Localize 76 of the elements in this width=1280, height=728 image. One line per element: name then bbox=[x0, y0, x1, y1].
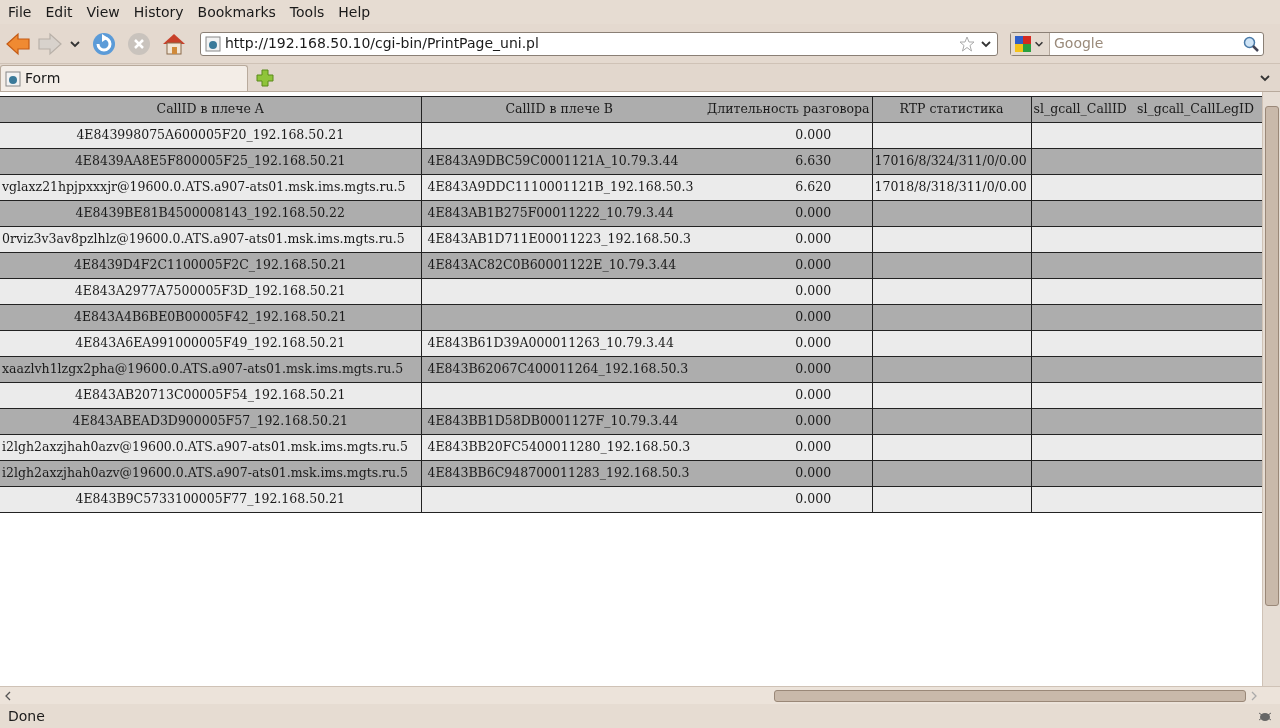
chevron-right-icon[interactable] bbox=[1250, 690, 1258, 701]
column-header: CallID в плече B bbox=[421, 96, 697, 123]
menu-item[interactable]: History bbox=[129, 1, 188, 23]
page-icon bbox=[205, 35, 221, 52]
table-cell: 4E843B61D39A000011263_10.79.3.44 bbox=[421, 330, 697, 357]
page-icon bbox=[5, 70, 21, 87]
engine-icon bbox=[1015, 35, 1031, 52]
table-cell: i2lgh2axzjhah0azv@19600.0.ATS.a907-ats01.msk.ims.mgts.ru.5 bbox=[0, 434, 421, 461]
vertical-scrollbar[interactable] bbox=[1262, 92, 1280, 686]
menu-item[interactable]: Edit bbox=[41, 1, 77, 23]
table-cell: i2lgh2axzjhah0azv@19600.0.ATS.a907-ats01.msk.ims.mgts.ru.5 bbox=[0, 460, 421, 487]
menu-item[interactable]: View bbox=[82, 1, 124, 23]
plus-icon[interactable] bbox=[256, 69, 274, 87]
table-cell: 0.000 bbox=[697, 278, 872, 305]
table-cell: 6.630 bbox=[697, 148, 872, 175]
table-cell: 4E843A6EA991000005F49_192.168.50.21 bbox=[0, 330, 421, 357]
table-cell: 4E843BB20FC5400011280_192.168.50.3 bbox=[421, 434, 697, 461]
table-cell: 4E843ABEAD3D900005F57_192.168.50.21 bbox=[0, 408, 421, 435]
table-cell: 0.000 bbox=[697, 226, 872, 253]
url-text: http://192.168.50.10/cgi-bin/PrintPage_uni.pl bbox=[225, 34, 540, 53]
table-cell: 0.000 bbox=[697, 330, 872, 357]
search-box[interactable]: Google bbox=[1010, 31, 1264, 56]
table-cell: 0.000 bbox=[697, 200, 872, 227]
stop-icon[interactable] bbox=[126, 30, 152, 57]
table-cell: 0.000 bbox=[697, 460, 872, 487]
table-cell: 4E843AC82C0B60001122E_10.79.3.44 bbox=[421, 252, 697, 279]
table-cell: 4E843BB6C948700011283_192.168.50.3 bbox=[421, 460, 697, 487]
browser-tab[interactable]: Form bbox=[0, 65, 248, 91]
table-cell: 0.000 bbox=[697, 486, 872, 513]
address-bar[interactable]: http://192.168.50.10/cgi-bin/PrintPage_uni.pl bbox=[200, 31, 998, 56]
table-cell: 17016/8/324/311/0/0.00 bbox=[872, 148, 1031, 175]
star-icon[interactable] bbox=[959, 35, 975, 52]
column-header: RTP статистика bbox=[872, 96, 1031, 123]
chevron-left-icon[interactable] bbox=[4, 690, 12, 701]
scrollbar-thumb[interactable] bbox=[1264, 106, 1279, 606]
table-cell: 6.620 bbox=[697, 174, 872, 201]
status-text: Done bbox=[8, 706, 45, 726]
menu-item[interactable]: Bookmarks bbox=[193, 1, 280, 23]
table-cell: 0.000 bbox=[697, 252, 872, 279]
search-engine-selector[interactable] bbox=[1011, 32, 1050, 55]
table-cell: 4E8439AA8E5F800005F25_192.168.50.21 bbox=[0, 148, 421, 175]
column-header: sl_gcall_CallLegID bbox=[1135, 96, 1262, 123]
menu-item[interactable]: Help bbox=[334, 1, 375, 23]
table-cell: 4E8439D4F2C1100005F2C_192.168.50.21 bbox=[0, 252, 421, 279]
table-cell: 4E843A2977A7500005F3D_192.168.50.21 bbox=[0, 278, 421, 305]
table-cell: 4E843B9C5733100005F77_192.168.50.21 bbox=[0, 486, 421, 513]
table-cell: 0.000 bbox=[697, 356, 872, 383]
table-cell: 4E843B62067C400011264_192.168.50.3 bbox=[421, 356, 697, 383]
bug-icon bbox=[1258, 710, 1272, 722]
table-cell: 4E843A4B6BE0B00005F42_192.168.50.21 bbox=[0, 304, 421, 331]
table-cell: 17018/8/318/311/0/0.00 bbox=[872, 174, 1031, 201]
table-cell: vglaxz21hpjpxxxjr@19600.0.ATS.a907-ats01.msk.ims.mgts.ru.5 bbox=[0, 174, 421, 201]
table-cell: 4E843AB20713C00005F54_192.168.50.21 bbox=[0, 382, 421, 409]
horizontal-scrollbar[interactable] bbox=[0, 686, 1280, 704]
column-header: Длительность разговора bbox=[697, 96, 872, 123]
scrollbar-thumb[interactable] bbox=[774, 689, 1246, 702]
table-cell: 0.000 bbox=[697, 304, 872, 331]
table-cell: 0.000 bbox=[697, 434, 872, 461]
table-cell: 4E8439BE81B4500008143_192.168.50.22 bbox=[0, 200, 421, 227]
table-cell: 4E843BB1D58DB0001127F_10.79.3.44 bbox=[421, 408, 697, 435]
column-header: sl_gcall_CallID bbox=[1031, 96, 1135, 123]
search-icon[interactable] bbox=[1243, 35, 1259, 52]
column-header: CallID в плече A bbox=[0, 96, 421, 123]
table-cell: 4E843998075A600005F20_192.168.50.21 bbox=[0, 122, 421, 149]
search-input[interactable]: Google bbox=[1050, 33, 1243, 54]
menu-item[interactable]: File bbox=[4, 1, 36, 23]
menu-item[interactable]: Tools bbox=[285, 1, 329, 23]
table-cell: xaazlvh1lzgx2pha@19600.0.ATS.a907-ats01.msk.ims.mgts.ru.5 bbox=[0, 356, 421, 383]
table-cell: 4E843AB1D711E00011223_192.168.50.3 bbox=[421, 226, 697, 253]
table-cell: 0rviz3v3av8pzlhlz@19600.0.ATS.a907-ats01.msk.ims.mgts.ru.5 bbox=[0, 226, 421, 253]
table-cell: 4E843AB1B275F00011222_10.79.3.44 bbox=[421, 200, 697, 227]
table-cell: 4E843A9DDC1110001121B_192.168.50.3 bbox=[421, 174, 697, 201]
table-cell: 0.000 bbox=[697, 408, 872, 435]
table-cell: 0.000 bbox=[697, 382, 872, 409]
table-cell: 0.000 bbox=[697, 122, 872, 149]
table-cell: 4E843A9DBC59C0001121A_10.79.3.44 bbox=[421, 148, 697, 175]
